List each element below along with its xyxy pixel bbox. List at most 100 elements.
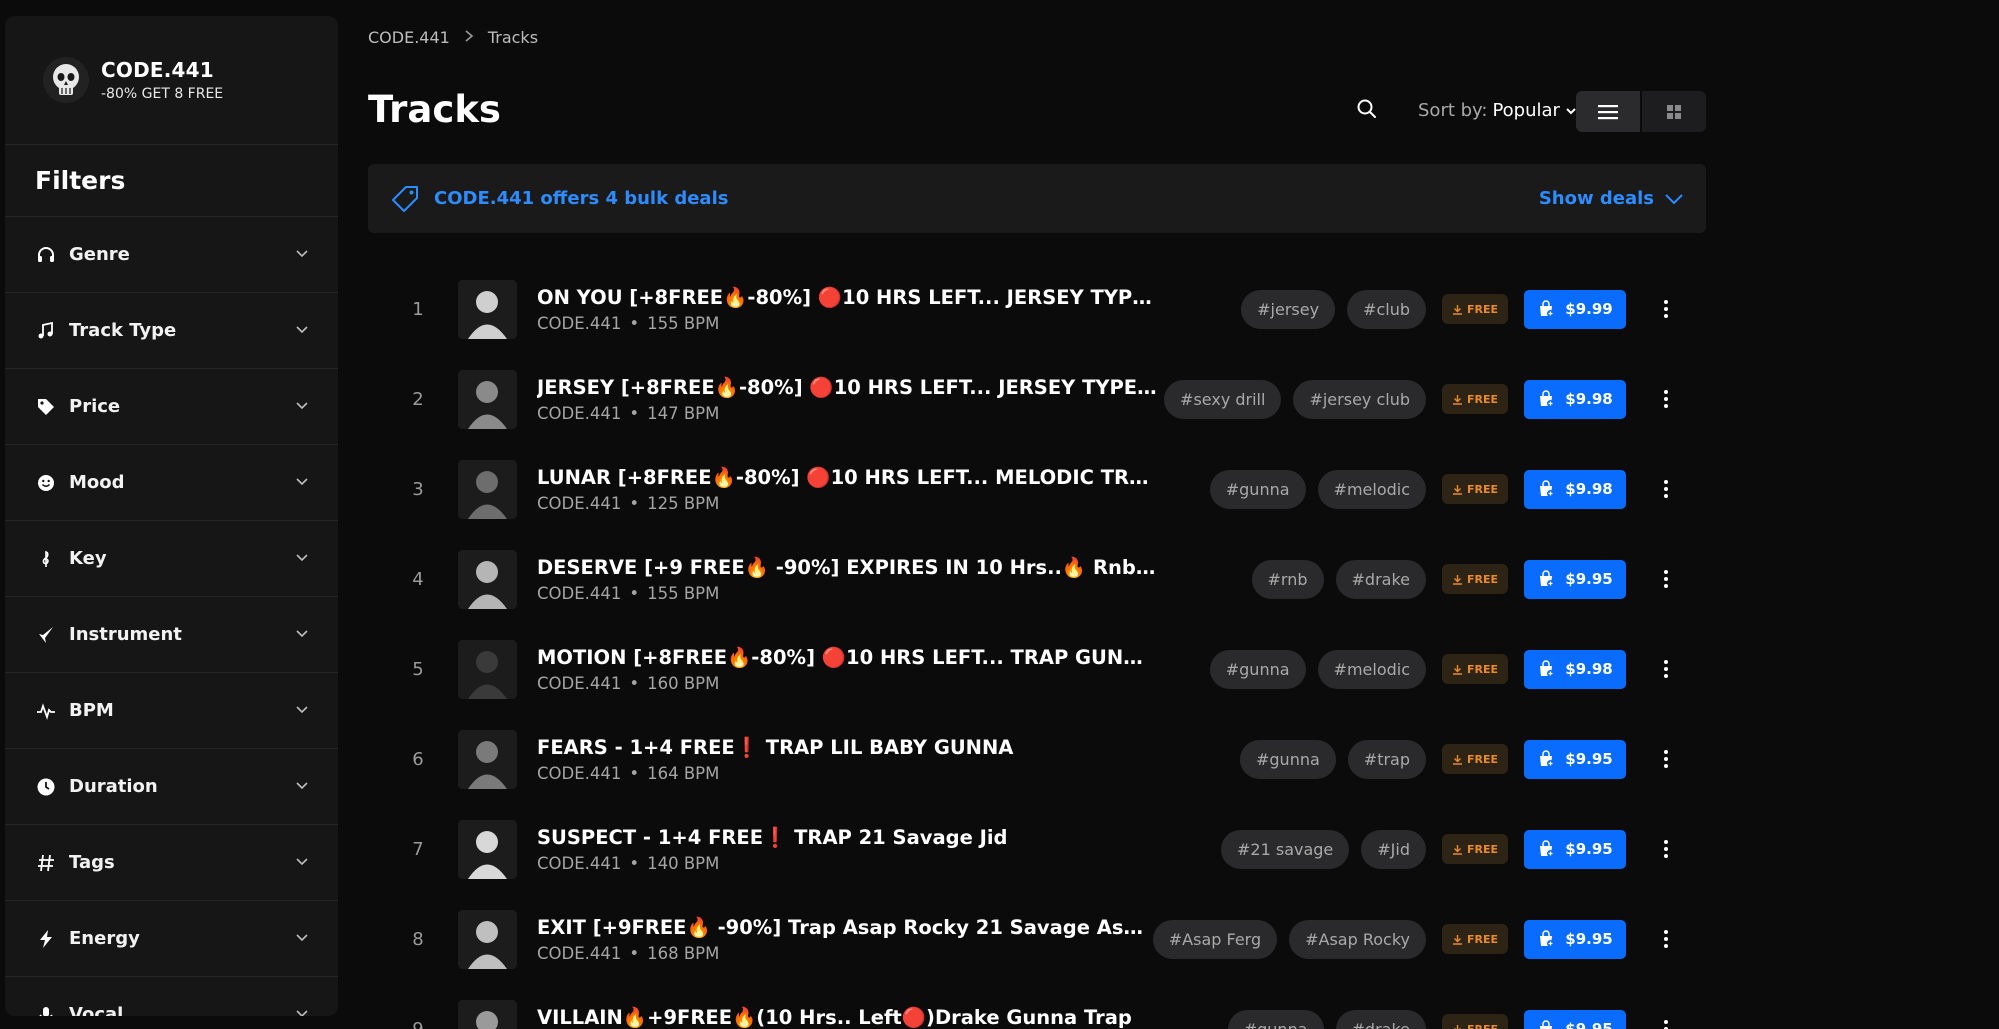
tag-chip[interactable]: #Asap Rocky xyxy=(1289,919,1426,959)
track-title[interactable]: ON YOU [+8FREE🔥-80%] 🔴10 HRS LEFT... JER… xyxy=(537,286,1157,309)
tag-chip[interactable]: #melodic xyxy=(1317,649,1426,689)
track-cover[interactable] xyxy=(458,459,517,519)
tag-chip[interactable]: #gunna xyxy=(1227,1009,1324,1029)
track-row[interactable]: 9 VILLAIN🔥+9FREE🔥(10 Hrs.. Left🔴)Drake Gu… xyxy=(368,984,1706,1029)
tag-chip[interactable]: #21 savage xyxy=(1221,829,1350,869)
filter-instrument[interactable]: Instrument xyxy=(5,597,338,673)
search-button[interactable] xyxy=(1356,98,1380,122)
track-cover[interactable] xyxy=(458,999,517,1029)
track-artist[interactable]: CODE.441 xyxy=(537,674,621,693)
track-row[interactable]: 6 FEARS - 1+4 FREE❗ TRAP LIL BABY GUNNA CO… xyxy=(368,714,1706,804)
tag-chip[interactable]: #gunna xyxy=(1239,739,1336,779)
buy-button[interactable]: $9.95 xyxy=(1524,1009,1626,1029)
buy-button[interactable]: $9.95 xyxy=(1524,559,1626,599)
track-row[interactable]: 5 MOTION [+8FREE🔥-80%] 🔴10 HRS LEFT... TR… xyxy=(368,624,1706,714)
list-view-button[interactable] xyxy=(1576,91,1640,132)
track-cover[interactable] xyxy=(458,639,517,699)
tag-chip[interactable]: #Jid xyxy=(1361,829,1426,869)
filter-mood[interactable]: Mood xyxy=(5,445,338,521)
more-options-button[interactable] xyxy=(1626,389,1706,409)
tag-chip[interactable]: #melodic xyxy=(1317,469,1426,509)
track-row[interactable]: 7 SUSPECT - 1+4 FREE❗ TRAP 21 Savage Jid C… xyxy=(368,804,1706,894)
tag-chip[interactable]: #gunna xyxy=(1209,469,1306,509)
track-artist[interactable]: CODE.441 xyxy=(537,494,621,513)
free-download-button[interactable]: FREE xyxy=(1442,834,1508,864)
free-download-button[interactable]: FREE xyxy=(1442,654,1508,684)
buy-button[interactable]: $9.95 xyxy=(1524,919,1626,959)
track-artist[interactable]: CODE.441 xyxy=(537,764,621,783)
track-row[interactable]: 4 DESERVE [+9 FREE🔥 -90%] EXPIRES IN 10 H… xyxy=(368,534,1706,624)
tag-chip[interactable]: #drake xyxy=(1335,559,1426,599)
free-download-button[interactable]: FREE xyxy=(1442,474,1508,504)
filter-key[interactable]: Key xyxy=(5,521,338,597)
track-row[interactable]: 1 ON YOU [+8FREE🔥-80%] 🔴10 HRS LEFT... JE… xyxy=(368,264,1706,354)
track-artist[interactable]: CODE.441 xyxy=(537,944,621,963)
track-artist[interactable]: CODE.441 xyxy=(537,584,621,603)
free-download-button[interactable]: FREE xyxy=(1442,564,1508,594)
free-download-button[interactable]: FREE xyxy=(1442,384,1508,414)
show-deals-button[interactable]: Show deals xyxy=(1539,188,1684,209)
filter-tags[interactable]: Tags xyxy=(5,825,338,901)
track-title[interactable]: JERSEY [+8FREE🔥-80%] 🔴10 HRS LEFT... JER… xyxy=(537,376,1157,399)
more-options-button[interactable] xyxy=(1626,839,1706,859)
track-cover[interactable] xyxy=(458,909,517,969)
track-row[interactable]: 8 EXIT [+9FREE🔥 -90%] Trap Asap Rocky 21 … xyxy=(368,894,1706,984)
tag-chip[interactable]: #Asap Ferg xyxy=(1152,919,1278,959)
more-options-button[interactable] xyxy=(1626,479,1706,499)
buy-button[interactable]: $9.99 xyxy=(1524,289,1626,329)
buy-button[interactable]: $9.98 xyxy=(1524,469,1626,509)
buy-button[interactable]: $9.98 xyxy=(1524,649,1626,689)
breadcrumb-root[interactable]: CODE.441 xyxy=(368,28,450,47)
more-options-button[interactable] xyxy=(1626,1019,1706,1029)
filter-price[interactable]: Price xyxy=(5,369,338,445)
more-options-button[interactable] xyxy=(1626,659,1706,679)
track-cover[interactable] xyxy=(458,819,517,879)
sort-dropdown[interactable]: Sort by: Popular xyxy=(1418,100,1577,121)
free-download-button[interactable]: FREE xyxy=(1442,1014,1508,1029)
filter-duration[interactable]: Duration xyxy=(5,749,338,825)
filter-energy[interactable]: Energy xyxy=(5,901,338,977)
more-options-button[interactable] xyxy=(1626,299,1706,319)
chevron-down-icon xyxy=(294,701,310,721)
tag-chip[interactable]: #rnb xyxy=(1251,559,1324,599)
track-title[interactable]: MOTION [+8FREE🔥-80%] 🔴10 HRS LEFT... TRA… xyxy=(537,646,1157,669)
track-row[interactable]: 2 JERSEY [+8FREE🔥-80%] 🔴10 HRS LEFT... JE… xyxy=(368,354,1706,444)
buy-button[interactable]: $9.95 xyxy=(1524,829,1626,869)
track-title[interactable]: SUSPECT - 1+4 FREE❗ TRAP 21 Savage Jid xyxy=(537,826,1157,849)
filter-genre[interactable]: Genre xyxy=(5,217,338,293)
track-artist[interactable]: CODE.441 xyxy=(537,314,621,333)
tag-chip[interactable]: #jersey club xyxy=(1293,379,1426,419)
more-options-button[interactable] xyxy=(1626,749,1706,769)
track-cover[interactable] xyxy=(458,279,517,339)
tag-chip[interactable]: #trap xyxy=(1347,739,1426,779)
tag-chip[interactable]: #drake xyxy=(1335,1009,1426,1029)
track-cover[interactable] xyxy=(458,549,517,609)
filter-track-type[interactable]: Track Type xyxy=(5,293,338,369)
track-title[interactable]: VILLAIN🔥+9FREE🔥(10 Hrs.. Left🔴)Drake Gun… xyxy=(537,1006,1157,1029)
tag-chip[interactable]: #jersey xyxy=(1241,289,1336,329)
tag-chip[interactable]: #gunna xyxy=(1209,649,1306,689)
track-title[interactable]: EXIT [+9FREE🔥 -90%] Trap Asap Rocky 21 S… xyxy=(537,916,1153,939)
grid-view-button[interactable] xyxy=(1642,91,1706,132)
more-options-button[interactable] xyxy=(1626,569,1706,589)
buy-button[interactable]: $9.98 xyxy=(1524,379,1626,419)
track-row[interactable]: 3 LUNAR [+8FREE🔥-80%] 🔴10 HRS LEFT... MEL… xyxy=(368,444,1706,534)
buy-button[interactable]: $9.95 xyxy=(1524,739,1626,779)
track-title[interactable]: FEARS - 1+4 FREE❗ TRAP LIL BABY GUNNA xyxy=(537,736,1157,759)
track-title[interactable]: LUNAR [+8FREE🔥-80%] 🔴10 HRS LEFT... MELO… xyxy=(537,466,1157,489)
filter-bpm[interactable]: BPM xyxy=(5,673,338,749)
tag-chip[interactable]: #club xyxy=(1347,289,1426,329)
track-cover[interactable] xyxy=(458,369,517,429)
more-options-button[interactable] xyxy=(1626,929,1706,949)
track-artist[interactable]: CODE.441 xyxy=(537,854,621,873)
track-artist[interactable]: CODE.441 xyxy=(537,404,621,423)
free-download-button[interactable]: FREE xyxy=(1442,744,1508,774)
treble-clef-icon xyxy=(35,548,57,570)
filter-vocal[interactable]: Vocal xyxy=(5,977,338,1016)
profile-header[interactable]: CODE.441 -80% GET 8 FREE xyxy=(5,16,338,145)
free-download-button[interactable]: FREE xyxy=(1442,294,1508,324)
free-download-button[interactable]: FREE xyxy=(1442,924,1508,954)
track-cover[interactable] xyxy=(458,729,517,789)
tag-chip[interactable]: #sexy drill xyxy=(1164,379,1282,419)
track-title[interactable]: DESERVE [+9 FREE🔥 -90%] EXPIRES IN 10 Hr… xyxy=(537,556,1157,579)
